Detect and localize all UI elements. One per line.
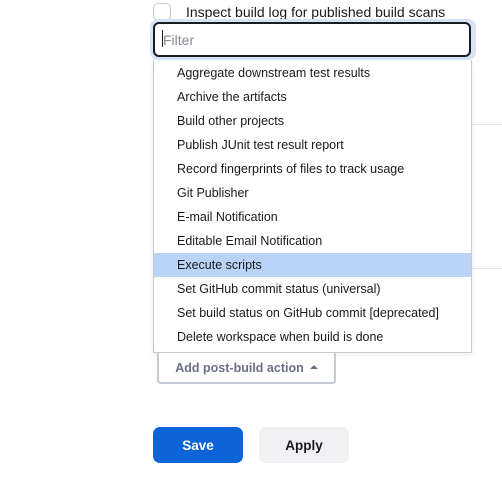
save-button[interactable]: Save <box>153 427 243 463</box>
caret-up-icon <box>309 365 318 369</box>
menu-item-set-build-status-on-github-commit[interactable]: Set build status on GitHub commit [depre… <box>154 301 471 325</box>
menu-item-record-fingerprints[interactable]: Record fingerprints of files to track us… <box>154 157 471 181</box>
post-build-config-page: Inspect build log for published build sc… <box>0 0 502 501</box>
menu-item-execute-scripts[interactable]: Execute scripts <box>154 253 471 277</box>
section-divider <box>470 124 502 125</box>
menu-item-set-github-commit-status[interactable]: Set GitHub commit status (universal) <box>154 277 471 301</box>
menu-item-publish-junit-test-result-report[interactable]: Publish JUnit test result report <box>154 133 471 157</box>
menu-item-delete-workspace[interactable]: Delete workspace when build is done <box>154 325 471 349</box>
add-post-build-action-button[interactable]: Add post-build action <box>157 353 336 384</box>
menu-item-git-publisher[interactable]: Git Publisher <box>154 181 471 205</box>
inspect-build-log-label[interactable]: Inspect build log for published build sc… <box>186 4 445 20</box>
menu-item-archive-the-artifacts[interactable]: Archive the artifacts <box>154 85 471 109</box>
post-build-action-menu: Aggregate downstream test results Archiv… <box>153 60 472 353</box>
menu-item-email-notification[interactable]: E-mail Notification <box>154 205 471 229</box>
menu-item-build-other-projects[interactable]: Build other projects <box>154 109 471 133</box>
text-cursor <box>162 30 163 47</box>
filter-input[interactable] <box>153 22 471 57</box>
apply-button[interactable]: Apply <box>259 427 349 463</box>
section-divider <box>470 268 502 269</box>
menu-item-editable-email-notification[interactable]: Editable Email Notification <box>154 229 471 253</box>
menu-item-aggregate-downstream-test-results[interactable]: Aggregate downstream test results <box>154 61 471 85</box>
add-post-build-action-label: Add post-build action <box>175 360 304 375</box>
filter-focus-ring <box>150 19 476 60</box>
